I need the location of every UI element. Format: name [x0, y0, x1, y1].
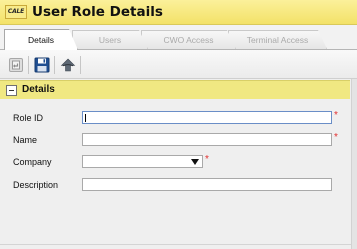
role-id-label: Role ID — [13, 113, 44, 123]
navigate-up-icon[interactable] — [60, 57, 76, 73]
role-id-input[interactable] — [82, 111, 332, 124]
required-marker: * — [334, 110, 338, 121]
collapse-icon[interactable] — [6, 85, 17, 96]
toolbar-separator — [54, 56, 55, 74]
chevron-down-icon — [191, 159, 199, 165]
tab-details[interactable]: Details — [4, 29, 78, 50]
toolbar — [0, 50, 357, 79]
page-title: User Role Details — [32, 4, 163, 20]
text-caret — [85, 114, 86, 122]
tab-terminal-access[interactable]: Terminal Access — [228, 30, 327, 49]
tab-cwo-access[interactable]: CWO Access — [141, 30, 236, 49]
company-label: Company — [13, 157, 52, 167]
description-input[interactable] — [82, 178, 332, 191]
divider — [0, 244, 351, 245]
name-input[interactable] — [82, 133, 332, 146]
section-title: Details — [22, 84, 55, 95]
details-panel: Details Role ID * Name * Company * Descr… — [0, 79, 357, 249]
title-bar: CALE User Role Details — [0, 0, 357, 25]
cale-logo: CALE — [5, 5, 27, 19]
scrollbar[interactable] — [351, 79, 357, 249]
company-select[interactable] — [82, 155, 203, 168]
tab-users[interactable]: Users — [72, 30, 148, 49]
undo-icon[interactable] — [8, 57, 24, 73]
save-icon[interactable] — [34, 57, 50, 73]
toolbar-separator — [80, 56, 81, 74]
toolbar-separator — [28, 56, 29, 74]
user-role-details-window: CALE User Role Details Terminal Access C… — [0, 0, 357, 249]
details-section-header[interactable]: Details — [0, 80, 350, 99]
tab-strip: Terminal Access CWO Access Users Details — [0, 25, 357, 50]
required-marker: * — [334, 132, 338, 143]
required-marker: * — [205, 154, 209, 165]
name-label: Name — [13, 135, 38, 145]
description-label: Description — [13, 180, 59, 190]
